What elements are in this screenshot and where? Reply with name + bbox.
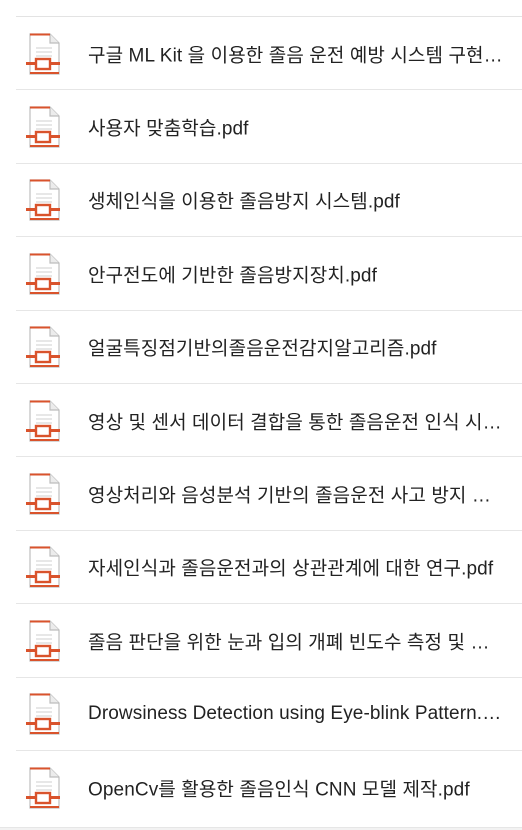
- pdf-document-icon: [26, 546, 60, 589]
- file-list-item[interactable]: 영상 및 센서 데이터 결합을 통한 졸음운전 인식 시스템.pdf: [0, 384, 522, 458]
- file-list-item[interactable]: 얼굴특징점기반의졸음운전감지알고리즘.pdf: [0, 311, 522, 385]
- file-list-item[interactable]: 영상처리와 음성분석 기반의 졸음운전 사고 방지 시스템.pdf: [0, 457, 522, 532]
- pdf-document-icon: [26, 620, 60, 662]
- file-list-item[interactable]: Drowsiness Detection using Eye-blink Pat…: [0, 678, 522, 752]
- file-name: 사용자 맞춤학습.pdf: [88, 118, 249, 140]
- file-list: 구글 ML Kit 을 이용한 졸음 운전 예방 시스템 구현.pdf 사용자 …: [0, 0, 522, 828]
- pdf-document-icon: [26, 33, 60, 75]
- file-name: 생체인식을 이용한 졸음방지 시스템.pdf: [88, 191, 400, 213]
- file-name: 자세인식과 졸음운전과의 상관관계에 대한 연구.pdf: [88, 558, 494, 580]
- pdf-document-icon: [26, 326, 60, 368]
- pdf-document-icon: [26, 473, 60, 515]
- pdf-document-icon: [26, 400, 60, 442]
- file-list-item[interactable]: 자세인식과 졸음운전과의 상관관계에 대한 연구.pdf: [0, 531, 522, 605]
- pdf-document-icon: [26, 766, 60, 809]
- file-list-item[interactable]: 사용자 맞춤학습.pdf: [0, 90, 522, 165]
- file-list-item[interactable]: 졸음 판단을 위한 눈과 입의 개폐 빈도수 측정 및 분석.pdf: [0, 604, 522, 678]
- pdf-document-icon: [26, 253, 60, 295]
- file-name: Drowsiness Detection using Eye-blink Pat…: [88, 703, 504, 725]
- file-list-item[interactable]: 안구전도에 기반한 졸음방지장치.pdf: [0, 237, 522, 311]
- pdf-document-icon: [26, 693, 60, 735]
- file-name: 안구전도에 기반한 졸음방지장치.pdf: [88, 265, 377, 287]
- file-list-item[interactable]: 구글 ML Kit 을 이용한 졸음 운전 예방 시스템 구현.pdf: [0, 17, 522, 91]
- file-rows: 구글 ML Kit 을 이용한 졸음 운전 예방 시스템 구현.pdf 사용자 …: [0, 17, 522, 824]
- file-name: 영상처리와 음성분석 기반의 졸음운전 사고 방지 시스템.pdf: [88, 485, 504, 507]
- file-list-item[interactable]: OpenCv를 활용한 졸음인식 CNN 모델 제작.pdf: [0, 751, 522, 824]
- file-name: 졸음 판단을 위한 눈과 입의 개폐 빈도수 측정 및 분석.pdf: [88, 632, 504, 654]
- pdf-document-icon: [26, 179, 60, 222]
- file-list-item[interactable]: 생체인식을 이용한 졸음방지 시스템.pdf: [0, 164, 522, 238]
- file-name: 얼굴특징점기반의졸음운전감지알고리즘.pdf: [88, 338, 437, 360]
- file-name: OpenCv를 활용한 졸음인식 CNN 모델 제작.pdf: [88, 779, 470, 801]
- file-name: 구글 ML Kit 을 이용한 졸음 운전 예방 시스템 구현.pdf: [88, 45, 504, 67]
- pdf-document-icon: [26, 106, 60, 148]
- file-name: 영상 및 센서 데이터 결합을 통한 졸음운전 인식 시스템.pdf: [88, 412, 504, 434]
